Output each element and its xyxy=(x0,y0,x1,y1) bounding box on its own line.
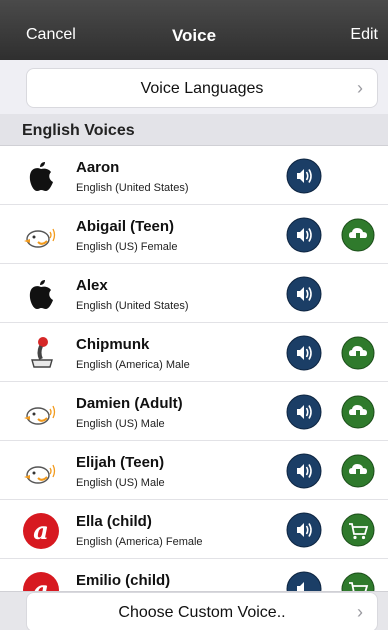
choose-custom-voice-button[interactable]: Choose Custom Voice.. › xyxy=(26,592,378,630)
voice-subtitle: English (United States) xyxy=(76,182,189,194)
voice-row-elijah[interactable]: Elijah (Teen) English (US) Male xyxy=(0,441,388,500)
voice-subtitle: English (America) Female xyxy=(76,536,203,548)
voice-name: Elijah (Teen) xyxy=(76,454,165,471)
bird-icon xyxy=(24,464,56,484)
chevron-right-icon: › xyxy=(357,602,363,622)
download-icon[interactable] xyxy=(341,336,375,370)
navigation-bar: Cancel Voice Edit xyxy=(0,0,388,60)
joystick-icon xyxy=(31,337,53,368)
shopping-cart-icon[interactable] xyxy=(341,513,375,547)
bird-icon xyxy=(24,405,56,425)
voice-name: Ella (child) xyxy=(76,513,152,530)
voice-row-chipmunk[interactable]: Chipmunk English (America) Male xyxy=(0,323,388,382)
speaker-play-icon[interactable] xyxy=(286,512,322,548)
speaker-play-icon[interactable] xyxy=(286,217,322,253)
edit-button[interactable]: Edit xyxy=(350,26,378,44)
voice-name: Chipmunk xyxy=(76,336,150,353)
voice-name: Alex xyxy=(76,277,108,294)
voice-row-ella[interactable]: a Ella (child) English (America) Female xyxy=(0,500,388,559)
voice-subtitle: English (US) Male xyxy=(76,418,165,430)
speaker-play-icon[interactable] xyxy=(286,335,322,371)
voice-list[interactable]: Aaron English (United States) Abigail (T… xyxy=(0,146,388,612)
apple-logo-icon xyxy=(29,280,53,309)
voice-subtitle: English (United States) xyxy=(76,300,189,312)
page-title: Voice xyxy=(171,26,217,45)
acapela-logo-icon: a xyxy=(23,513,59,549)
svg-text:a: a xyxy=(33,516,49,545)
download-icon[interactable] xyxy=(341,454,375,488)
voice-row-damien[interactable]: Damien (Adult) English (US) Male xyxy=(0,382,388,441)
voice-name: Aaron xyxy=(76,159,120,176)
bird-icon xyxy=(24,228,56,248)
voice-languages-label: Voice Languages xyxy=(140,80,264,97)
voice-name: Abigail (Teen) xyxy=(76,218,175,235)
voice-subtitle: English (America) Male xyxy=(76,359,190,371)
speaker-play-icon[interactable] xyxy=(286,453,322,489)
voice-name: Damien (Adult) xyxy=(76,395,183,412)
download-icon[interactable] xyxy=(341,395,375,429)
voice-subtitle: English (US) Male xyxy=(76,477,165,489)
voice-row-abigail[interactable]: Abigail (Teen) English (US) Female xyxy=(0,205,388,264)
voice-subtitle: English (US) Female xyxy=(76,241,178,253)
choose-custom-voice-label: Choose Custom Voice.. xyxy=(118,604,286,621)
speaker-play-icon[interactable] xyxy=(286,158,322,194)
voice-row-alex[interactable]: Alex English (United States) xyxy=(0,264,388,323)
voice-row-aaron[interactable]: Aaron English (United States) xyxy=(0,146,388,205)
speaker-play-icon[interactable] xyxy=(286,276,322,312)
voice-languages-button[interactable]: Voice Languages › xyxy=(26,68,378,108)
download-icon[interactable] xyxy=(341,218,375,252)
section-title: English Voices xyxy=(22,122,135,139)
voice-name: Emilio (child) xyxy=(76,572,171,589)
chevron-right-icon: › xyxy=(357,78,363,98)
apple-logo-icon xyxy=(29,162,53,191)
speaker-play-icon[interactable] xyxy=(286,394,322,430)
bottom-bar: Choose Custom Voice.. › xyxy=(0,591,388,630)
section-header-english-voices: English Voices xyxy=(0,114,388,146)
